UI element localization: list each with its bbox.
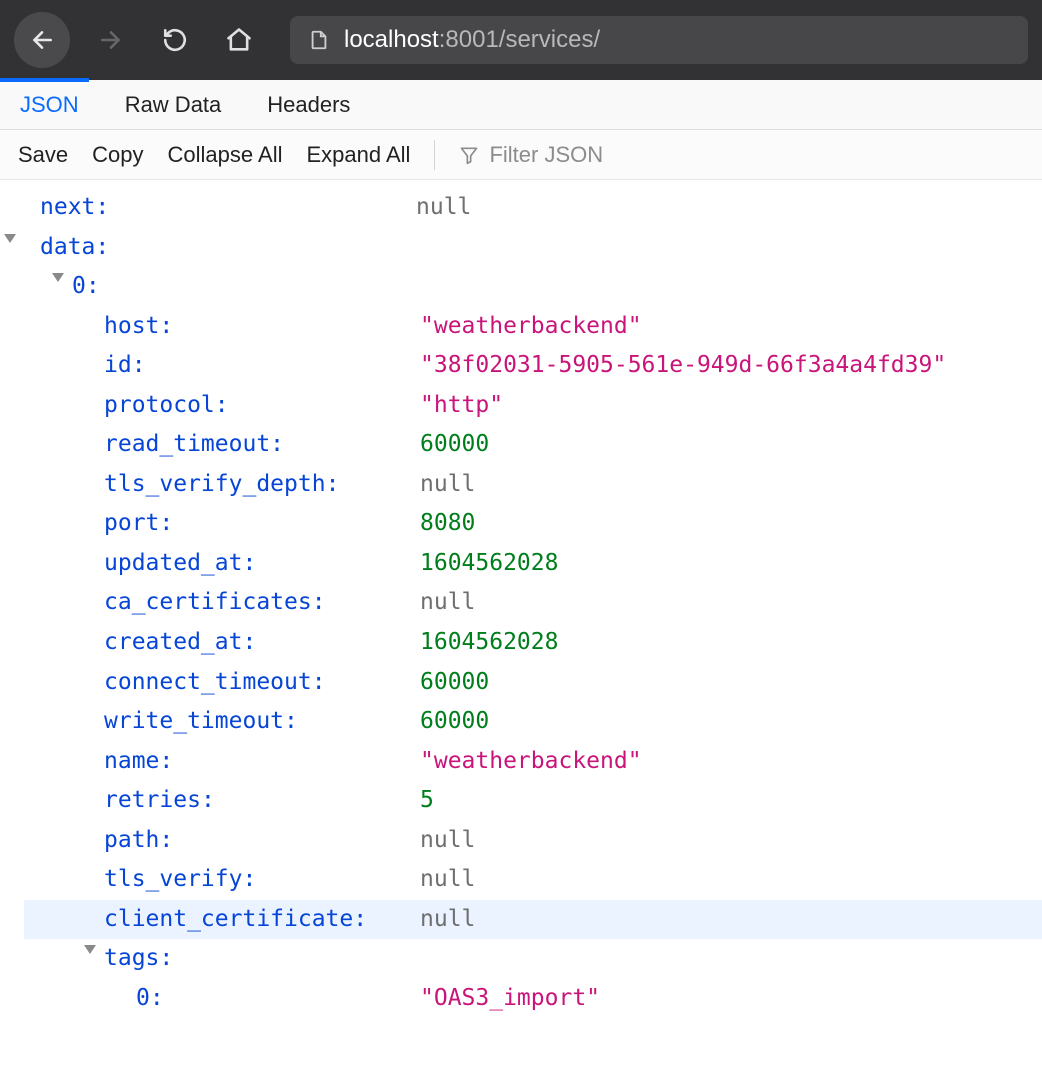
json-row[interactable]: write_timeout 60000 bbox=[24, 702, 1042, 742]
json-value: "weatherbackend" bbox=[420, 742, 642, 782]
json-key: next bbox=[40, 194, 109, 220]
forward-button[interactable] bbox=[88, 17, 134, 63]
json-key: updated_at bbox=[104, 550, 256, 576]
json-value: 1604562028 bbox=[420, 623, 558, 663]
json-key: 0 bbox=[72, 267, 100, 307]
json-row[interactable]: tls_verify null bbox=[24, 860, 1042, 900]
json-row[interactable]: 0 "OAS3_import" bbox=[24, 979, 1042, 1019]
json-value: 5 bbox=[420, 781, 434, 821]
copy-button[interactable]: Copy bbox=[92, 142, 143, 168]
json-row[interactable]: protocol "http" bbox=[24, 386, 1042, 426]
browser-chrome: localhost:8001/services/ bbox=[0, 0, 1042, 80]
json-key: tls_verify_depth bbox=[104, 471, 339, 497]
json-key: ca_certificates bbox=[104, 589, 326, 615]
json-key: tags bbox=[104, 939, 173, 979]
json-value: null bbox=[420, 465, 475, 505]
json-row[interactable]: path null bbox=[24, 821, 1042, 861]
json-key: write_timeout bbox=[104, 708, 298, 734]
json-row[interactable]: host "weatherbackend" bbox=[24, 307, 1042, 347]
json-key: host bbox=[104, 313, 173, 339]
filter-icon bbox=[459, 145, 479, 165]
json-key: read_timeout bbox=[104, 431, 284, 457]
url-host: localhost bbox=[344, 26, 439, 53]
json-value: 1604562028 bbox=[420, 544, 558, 584]
json-value: null bbox=[420, 900, 475, 940]
tab-headers[interactable]: Headers bbox=[265, 82, 352, 128]
reload-button[interactable] bbox=[152, 17, 198, 63]
filter-wrap bbox=[459, 142, 777, 168]
json-value: "weatherbackend" bbox=[420, 307, 642, 347]
json-row-data[interactable]: data bbox=[24, 228, 1042, 268]
viewer-tabs: JSON Raw Data Headers bbox=[0, 80, 1042, 130]
collapse-toggle-icon[interactable] bbox=[52, 273, 64, 282]
collapse-toggle-icon[interactable] bbox=[84, 945, 96, 954]
json-tags: 0 "OAS3_import" bbox=[24, 979, 1042, 1019]
reload-icon bbox=[162, 27, 188, 53]
json-entries: host "weatherbackend" id "38f02031-5905-561… bbox=[24, 307, 1042, 940]
json-row[interactable]: ca_certificates null bbox=[24, 583, 1042, 623]
url-text: localhost:8001/services/ bbox=[344, 26, 600, 54]
json-key: retries bbox=[104, 787, 215, 813]
json-value: null bbox=[420, 860, 475, 900]
json-row[interactable]: name "weatherbackend" bbox=[24, 742, 1042, 782]
json-row[interactable]: id "38f02031-5905-561e-949d-66f3a4a4fd39" bbox=[24, 346, 1042, 386]
json-key: 0 bbox=[136, 985, 164, 1011]
json-row-index[interactable]: 0 bbox=[24, 267, 1042, 307]
json-value: null bbox=[420, 583, 475, 623]
json-row[interactable]: client_certificate null bbox=[24, 900, 1042, 940]
tab-json[interactable]: JSON bbox=[18, 82, 81, 128]
json-row[interactable]: next null bbox=[24, 188, 1042, 228]
json-key: protocol bbox=[104, 392, 229, 418]
json-value: 60000 bbox=[420, 702, 489, 742]
json-value: 60000 bbox=[420, 425, 489, 465]
arrow-right-icon bbox=[98, 27, 124, 53]
json-row[interactable]: connect_timeout 60000 bbox=[24, 663, 1042, 703]
url-bar[interactable]: localhost:8001/services/ bbox=[290, 16, 1028, 64]
json-row[interactable]: tls_verify_depth null bbox=[24, 465, 1042, 505]
url-path: :8001/services/ bbox=[439, 26, 600, 53]
json-value: null bbox=[420, 821, 475, 861]
json-row[interactable]: created_at 1604562028 bbox=[24, 623, 1042, 663]
viewer-toolbar: Save Copy Collapse All Expand All bbox=[0, 130, 1042, 180]
json-key: client_certificate bbox=[104, 906, 367, 932]
json-row[interactable]: read_timeout 60000 bbox=[24, 425, 1042, 465]
back-button[interactable] bbox=[14, 12, 70, 68]
json-row[interactable]: retries 5 bbox=[24, 781, 1042, 821]
page-icon bbox=[308, 29, 330, 51]
json-value: null bbox=[416, 188, 471, 228]
arrow-left-icon bbox=[29, 27, 55, 53]
json-value: 8080 bbox=[420, 504, 475, 544]
json-row-tags[interactable]: tags bbox=[24, 939, 1042, 979]
expand-all-button[interactable]: Expand All bbox=[306, 142, 410, 168]
tab-raw-data[interactable]: Raw Data bbox=[123, 82, 224, 128]
json-row[interactable]: port 8080 bbox=[24, 504, 1042, 544]
json-value: "OAS3_import" bbox=[420, 979, 600, 1019]
nav-buttons bbox=[14, 12, 262, 68]
collapse-all-button[interactable]: Collapse All bbox=[168, 142, 283, 168]
collapse-toggle-icon[interactable] bbox=[4, 234, 16, 243]
json-key: connect_timeout bbox=[104, 669, 326, 695]
json-key: tls_verify bbox=[104, 866, 256, 892]
json-key: path bbox=[104, 827, 173, 853]
json-key: created_at bbox=[104, 629, 256, 655]
json-value: "38f02031-5905-561e-949d-66f3a4a4fd39" bbox=[420, 346, 946, 386]
json-key: port bbox=[104, 510, 173, 536]
home-button[interactable] bbox=[216, 17, 262, 63]
json-key: id bbox=[104, 352, 146, 378]
json-row[interactable]: updated_at 1604562028 bbox=[24, 544, 1042, 584]
json-value: 60000 bbox=[420, 663, 489, 703]
save-button[interactable]: Save bbox=[18, 142, 68, 168]
filter-input[interactable] bbox=[489, 142, 777, 168]
json-key: data bbox=[40, 228, 109, 268]
json-viewer: next null data 0 host "weatherbackend" id "… bbox=[0, 180, 1042, 1058]
home-icon bbox=[225, 26, 253, 54]
json-key: name bbox=[104, 748, 173, 774]
json-value: "http" bbox=[420, 386, 503, 426]
toolbar-divider bbox=[434, 140, 435, 170]
